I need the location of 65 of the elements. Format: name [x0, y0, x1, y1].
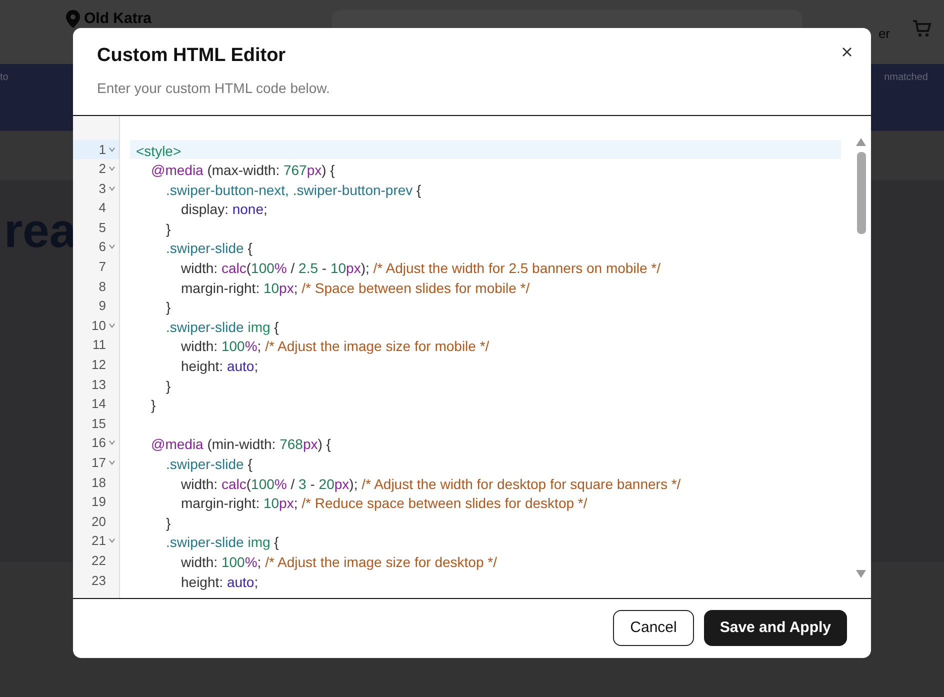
code-line: } — [166, 514, 171, 533]
line-number: 12 — [92, 356, 106, 374]
line-number: 23 — [92, 572, 106, 590]
cancel-button[interactable]: Cancel — [613, 610, 694, 646]
code-line: .swiper-slide { — [166, 455, 252, 474]
code-line: } — [166, 298, 171, 318]
fold-chevron-icon[interactable] — [109, 322, 115, 328]
code-line: .swiper-slide img { — [166, 318, 279, 337]
line-number: 4 — [98, 199, 106, 218]
line-number: 21 — [92, 532, 106, 550]
code-line: width: calc(100% / 2.5 - 10px); /* Adjust the width for 2.5 banners on mobile */ — [181, 259, 660, 278]
line-number: 17 — [92, 454, 106, 472]
code-line: .swiper-slide img { — [166, 533, 279, 552]
cart-icon[interactable] — [912, 20, 932, 38]
scroll-down-icon[interactable] — [856, 570, 866, 578]
code-line: width: 100%; /* Adjust the image size for mobile */ — [181, 337, 490, 356]
line-number: 13 — [92, 376, 106, 394]
dialog-title: Custom HTML Editor — [97, 44, 287, 68]
line-number: 1 — [98, 140, 106, 158]
fold-chevron-icon[interactable] — [109, 244, 115, 250]
code-line: width: 100%; /* Adjust the image size for desktop */ — [181, 552, 497, 572]
line-number: 9 — [98, 297, 106, 316]
code-line: @media (min-width: 768px) { — [151, 435, 331, 454]
dialog-subtitle: Enter your custom HTML code below. — [97, 78, 331, 98]
banner-text: nmatched — [884, 71, 928, 85]
line-number: 15 — [92, 414, 106, 433]
save-button[interactable]: Save and Apply — [704, 610, 847, 646]
fold-chevron-icon[interactable] — [109, 538, 115, 544]
code-line: margin-right: 10px; /* Space between slides for mobile */ — [181, 278, 530, 298]
code-line: @media (max-width: 767px) { — [151, 161, 335, 180]
line-number: 7 — [98, 258, 106, 276]
code-line: height: auto; — [181, 572, 258, 592]
line-number: 3 — [98, 180, 106, 198]
code-line: } — [166, 376, 171, 396]
line-number: 8 — [98, 278, 106, 296]
banner-text: to — [0, 71, 8, 85]
line-number: 18 — [92, 474, 106, 492]
line-number: 22 — [92, 552, 106, 570]
location-pin-icon — [66, 10, 80, 28]
line-number: 11 — [92, 336, 106, 354]
scrollbar-thumb[interactable] — [856, 152, 866, 234]
code-line: display: none; — [181, 200, 268, 220]
code-line: width: calc(100% / 3 - 20px); /* Adjust the width for desktop for square banners */ — [181, 474, 681, 494]
code-line: } — [166, 220, 171, 239]
code-line: height: auto; — [181, 357, 258, 376]
line-number: 6 — [98, 238, 106, 256]
line-number: 20 — [92, 512, 106, 531]
code-line: margin-right: 10px; /* Reduce space between slides for desktop */ — [181, 494, 588, 514]
fold-chevron-icon[interactable] — [109, 440, 115, 446]
line-number: 14 — [92, 395, 106, 414]
fold-chevron-icon[interactable] — [109, 460, 115, 465]
code-line: <style> — [136, 142, 182, 161]
line-number: 16 — [92, 434, 106, 452]
code-line: .swiper-slide { — [166, 239, 252, 258]
line-number: 5 — [98, 218, 106, 237]
fold-chevron-icon[interactable] — [109, 166, 115, 172]
line-number: 2 — [98, 160, 106, 178]
close-icon — [842, 47, 852, 57]
code-line: } — [151, 396, 156, 416]
fold-chevron-icon[interactable] — [109, 186, 115, 191]
line-number: 10 — [92, 316, 106, 335]
scroll-up-icon[interactable] — [856, 138, 866, 146]
code-line: .swiper-button-next, .swiper-button-prev { — [166, 180, 422, 200]
line-number: 19 — [92, 493, 106, 512]
fold-chevron-icon[interactable] — [109, 146, 115, 152]
